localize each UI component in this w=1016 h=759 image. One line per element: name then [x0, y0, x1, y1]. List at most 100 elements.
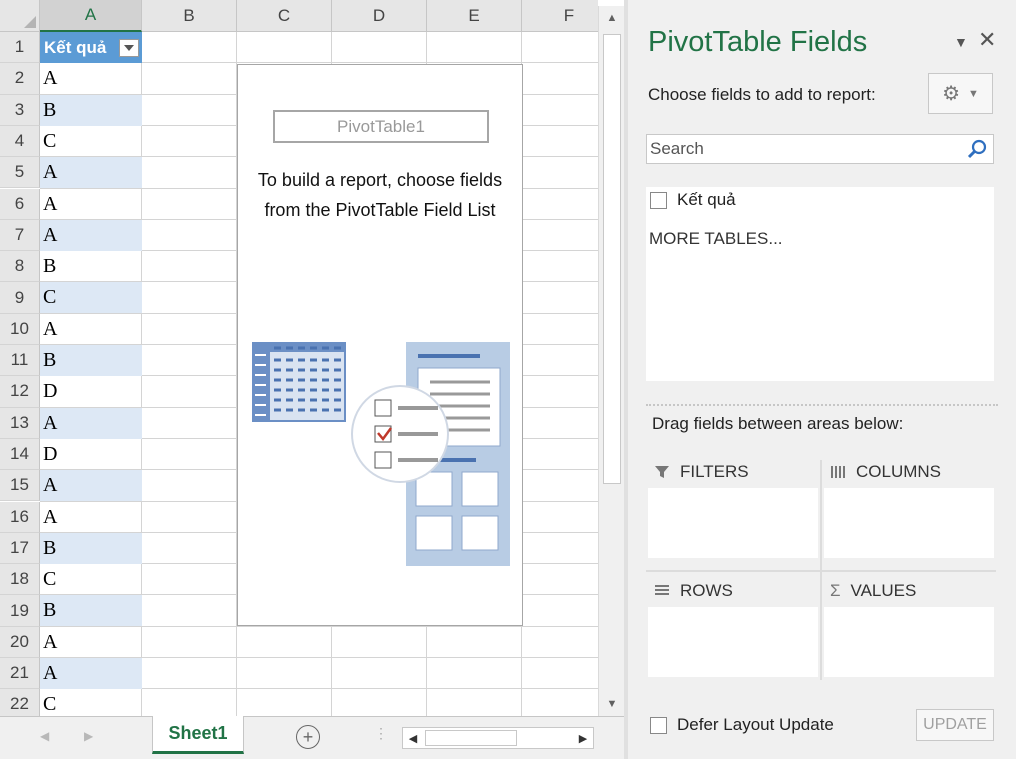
defer-layout-option[interactable]: Defer Layout Update [650, 715, 834, 735]
table-cell[interactable]: C [40, 564, 142, 595]
table-cell[interactable]: A [40, 470, 142, 502]
plus-circle-icon[interactable]: + [296, 725, 320, 749]
defer-label: Defer Layout Update [677, 715, 834, 734]
column-header[interactable]: A [40, 0, 142, 32]
table-cell[interactable]: C [40, 126, 142, 157]
pane-title: PivotTable Fields [648, 26, 868, 58]
row-header[interactable]: 22 [0, 689, 40, 716]
table-cell[interactable]: A [40, 157, 142, 189]
row-header[interactable]: 2 [0, 63, 40, 95]
search-input[interactable]: Search [646, 134, 994, 164]
table-cell[interactable]: A [40, 219, 142, 251]
table-cell[interactable]: B [40, 345, 142, 376]
table-cell[interactable]: A [40, 189, 142, 220]
table-cell[interactable]: D [40, 376, 142, 407]
defer-checkbox[interactable] [650, 716, 667, 734]
cell-a1-header[interactable]: Kết quả [40, 32, 142, 63]
values-drop-zone[interactable] [824, 607, 994, 677]
search-icon[interactable] [966, 138, 988, 160]
scroll-up-button[interactable]: ▲ [602, 8, 622, 28]
row-header[interactable]: 15 [0, 470, 40, 502]
rows-drop-zone[interactable] [648, 607, 818, 677]
scroll-right-button[interactable]: ▶ [573, 728, 593, 748]
field-label: Kết quả [677, 190, 736, 209]
select-all-corner[interactable] [0, 0, 40, 32]
vertical-scrollbar[interactable]: ▲ ▼ [598, 6, 624, 716]
table-cell[interactable]: B [40, 94, 142, 126]
field-checkbox[interactable] [650, 191, 667, 209]
filter-icon [655, 466, 669, 478]
spreadsheet-grid[interactable]: ABCDEF 1 2 3 4 5 6 7 8 9 10 11 12 13 14 15 16 17 18 19 20 21… [0, 0, 598, 716]
table-cell[interactable]: B [40, 251, 142, 282]
row-header[interactable]: 12 [0, 376, 40, 408]
row-header[interactable]: 13 [0, 407, 40, 439]
tab-prev-icon[interactable]: ◀ [40, 729, 49, 743]
columns-drop-zone[interactable] [824, 488, 994, 558]
tools-button[interactable]: ⚙ ▼ [928, 73, 993, 114]
row-header[interactable]: 5 [0, 157, 40, 189]
table-cell[interactable]: A [40, 502, 142, 533]
section-divider[interactable] [646, 404, 998, 406]
drag-fields-label: Drag fields between areas below: [652, 414, 904, 433]
values-label: VALUES [850, 581, 917, 600]
table-cell[interactable]: A [40, 63, 142, 94]
filters-label: FILTERS [680, 462, 749, 481]
table-cell[interactable]: B [40, 532, 142, 564]
table-cell[interactable]: B [40, 595, 142, 627]
scroll-thumb[interactable] [603, 34, 621, 484]
filters-drop-zone[interactable] [648, 488, 818, 558]
field-list: Kết quả MORE TABLES... [646, 187, 994, 381]
close-icon[interactable]: ✕ [978, 27, 996, 53]
row-header[interactable]: 1 [0, 32, 40, 64]
field-item[interactable]: Kết quả [650, 190, 736, 210]
filters-area[interactable]: FILTERS [648, 458, 818, 558]
row-header[interactable]: 16 [0, 501, 40, 533]
filter-dropdown-button[interactable] [119, 39, 139, 57]
row-header[interactable]: 8 [0, 251, 40, 283]
update-button[interactable]: UPDATE [916, 709, 994, 741]
row-header[interactable]: 6 [0, 188, 40, 220]
table-cell[interactable]: A [40, 314, 142, 345]
columns-area[interactable]: COLUMNS [824, 458, 994, 558]
horizontal-scrollbar[interactable]: ◀ ▶ [402, 727, 594, 749]
column-header[interactable]: D [332, 0, 427, 32]
tab-next-icon[interactable]: ▶ [84, 729, 93, 743]
horizontal-scroll-thumb[interactable] [425, 730, 517, 746]
choose-fields-label: Choose fields to add to report: [648, 85, 876, 104]
row-header[interactable]: 3 [0, 94, 40, 126]
column-header[interactable]: F [522, 0, 598, 32]
table-cell[interactable]: A [40, 658, 142, 689]
scroll-left-button[interactable]: ◀ [403, 728, 423, 748]
rows-icon [655, 585, 669, 595]
row-header[interactable]: 7 [0, 219, 40, 252]
row-header[interactable]: 11 [0, 345, 40, 377]
vertical-dots-icon: ⋮ [374, 725, 388, 741]
column-header[interactable]: C [237, 0, 332, 32]
row-header[interactable]: 20 [0, 626, 40, 658]
row-header[interactable]: 19 [0, 595, 40, 627]
more-tables-link[interactable]: MORE TABLES... [649, 229, 783, 249]
table-cell[interactable]: C [40, 689, 142, 716]
row-header[interactable]: 9 [0, 282, 40, 314]
row-header[interactable]: 18 [0, 564, 40, 596]
values-area[interactable]: Σ VALUES [824, 577, 994, 677]
chevron-down-icon: ▼ [968, 87, 979, 100]
table-cell[interactable]: A [40, 407, 142, 439]
row-header[interactable]: 21 [0, 658, 40, 690]
pivottable-fields-pane: PivotTable Fields ▼ ✕ Choose fields to a… [628, 0, 1016, 759]
scroll-down-button[interactable]: ▼ [602, 694, 622, 714]
column-header[interactable]: B [142, 0, 237, 32]
table-cell[interactable]: A [40, 627, 142, 658]
row-header[interactable]: 17 [0, 532, 40, 565]
table-cell[interactable]: D [40, 439, 142, 470]
column-header[interactable]: E [427, 0, 522, 32]
pane-options-dropdown-icon[interactable]: ▼ [954, 34, 968, 50]
row-header[interactable]: 10 [0, 313, 40, 345]
pivot-table-name: PivotTable1 [273, 110, 489, 143]
rows-area[interactable]: ROWS [648, 577, 818, 677]
row-header[interactable]: 14 [0, 438, 40, 471]
pivot-table-placeholder[interactable]: PivotTable1 To build a report, choose fi… [237, 64, 523, 626]
table-cell[interactable]: C [40, 282, 142, 314]
tab-sheet1[interactable]: Sheet1 [152, 716, 244, 754]
row-header[interactable]: 4 [0, 125, 40, 158]
